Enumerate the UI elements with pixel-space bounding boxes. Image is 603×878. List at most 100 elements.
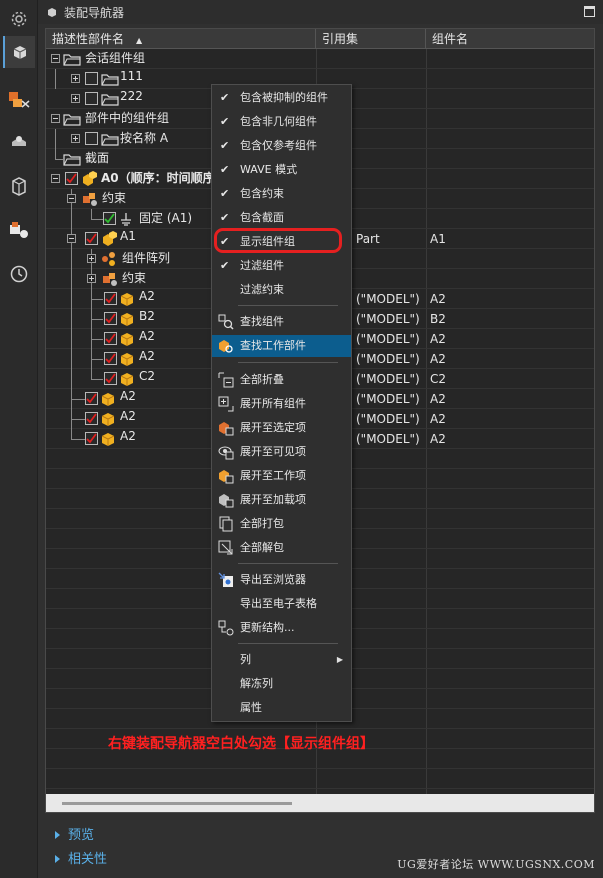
- menu-collapse-all[interactable]: 全部折叠: [212, 369, 351, 391]
- check-icon: ✔: [220, 187, 230, 200]
- menu-include-reference-only[interactable]: ✔ 包含仅参考组件: [212, 135, 351, 157]
- visibility-checkbox[interactable]: [104, 332, 117, 345]
- component-pattern-icon: [102, 252, 115, 266]
- visibility-checkbox[interactable]: [85, 232, 98, 245]
- maximize-icon[interactable]: [584, 6, 595, 17]
- menu-wave-mode[interactable]: ✔ WAVE 模式: [212, 159, 351, 181]
- folder-icon: [101, 134, 119, 146]
- menu-expand-to-selected[interactable]: 展开至选定项: [212, 417, 351, 439]
- collapse-all-icon: [218, 372, 234, 388]
- check-icon: ✔: [220, 115, 230, 128]
- menu-separator: [238, 362, 338, 363]
- visibility-checkbox[interactable]: [85, 92, 98, 105]
- part-icon: [101, 393, 115, 406]
- constraints-icon: [83, 193, 97, 206]
- tree-label: B2: [139, 309, 155, 323]
- menu-filter-constraints[interactable]: 过滤约束: [212, 279, 351, 301]
- reference-set-cell: ("MODEL"): [356, 352, 420, 366]
- column-component-name[interactable]: 组件名: [426, 29, 594, 49]
- visibility-checkbox[interactable]: [85, 392, 98, 405]
- collapse-toggle[interactable]: [67, 194, 76, 203]
- menu-expand-to-work[interactable]: 展开至工作项: [212, 465, 351, 487]
- component-name-cell: A2: [430, 392, 446, 406]
- visibility-checkbox[interactable]: [65, 172, 78, 185]
- component-name-cell: A2: [430, 432, 446, 446]
- collapse-toggle[interactable]: [51, 114, 60, 123]
- component-name-cell: A2: [430, 412, 446, 426]
- visibility-checkbox[interactable]: [104, 372, 117, 385]
- menu-update-structure[interactable]: 更新结构...: [212, 617, 351, 639]
- menu-unfreeze-columns[interactable]: 解冻列: [212, 673, 351, 695]
- collapse-toggle[interactable]: [51, 174, 60, 183]
- tree-label: 组件阵列: [122, 251, 171, 265]
- menu-properties[interactable]: 属性: [212, 697, 351, 719]
- component-name-cell: A1: [430, 232, 446, 246]
- scrollbar-thumb[interactable]: [62, 802, 292, 805]
- visibility-checkbox[interactable]: [85, 412, 98, 425]
- menu-unpack-all[interactable]: 全部解包: [212, 537, 351, 559]
- expand-toggle[interactable]: [71, 94, 80, 103]
- check-icon: ✔: [220, 259, 230, 272]
- part-icon: [120, 333, 134, 346]
- menu-include-constraints[interactable]: ✔ 包含约束: [212, 183, 351, 205]
- reuse-library-tab-icon[interactable]: [3, 170, 35, 202]
- folder-icon: [101, 94, 119, 106]
- constraint-navigator-tab-icon[interactable]: [3, 84, 35, 116]
- menu-pack-all[interactable]: 全部打包: [212, 513, 351, 535]
- reference-set-cell: ("MODEL"): [356, 372, 420, 386]
- visibility-checkbox[interactable]: [85, 432, 98, 445]
- column-reference-set[interactable]: 引用集: [316, 29, 426, 49]
- tree-row[interactable]: 会话组件组: [46, 49, 594, 69]
- menu-filter-components[interactable]: ✔ 过滤组件: [212, 255, 351, 277]
- check-icon: ✔: [220, 163, 230, 176]
- menu-include-suppressed[interactable]: ✔ 包含被抑制的组件: [212, 87, 351, 109]
- reference-set-cell: Part: [356, 232, 380, 246]
- history-clock-icon[interactable]: [3, 258, 35, 290]
- preview-section[interactable]: 预览: [45, 825, 595, 847]
- menu-expand-all-components[interactable]: 展开所有组件: [212, 393, 351, 415]
- menu-separator: [238, 305, 338, 306]
- menu-find-component[interactable]: 查找组件: [212, 311, 351, 333]
- visibility-checkbox[interactable]: [104, 312, 117, 325]
- menu-find-work-part[interactable]: 查找工作部件: [212, 335, 351, 357]
- menu-expand-to-loaded[interactable]: 展开至加载项: [212, 489, 351, 511]
- hd3d-tools-tab-icon[interactable]: [3, 214, 35, 246]
- tree-label: 111: [120, 69, 143, 83]
- expand-toggle[interactable]: [71, 134, 80, 143]
- column-desc-part-name[interactable]: 描述性部件名 ▲: [46, 29, 316, 49]
- menu-columns[interactable]: 列 ▶: [212, 649, 351, 671]
- tree-label: 222: [120, 89, 143, 103]
- visibility-checkbox[interactable]: [85, 72, 98, 85]
- menu-export-to-browser[interactable]: 导出至浏览器: [212, 569, 351, 591]
- reference-set-cell: ("MODEL"): [356, 432, 420, 446]
- menu-expand-to-visible[interactable]: 展开至可见项: [212, 441, 351, 463]
- horizontal-scrollbar[interactable]: [46, 794, 594, 812]
- expand-toggle[interactable]: [71, 74, 80, 83]
- part-navigator-tab-icon[interactable]: [3, 124, 35, 156]
- instruction-annotation: 右键装配导航器空白处勾选【显示组件组】: [108, 736, 374, 752]
- part-icon: [120, 353, 134, 366]
- assembly-icon: [83, 171, 97, 186]
- export-browser-icon: [218, 572, 233, 587]
- visibility-checkbox[interactable]: [104, 292, 117, 305]
- settings-gear-icon[interactable]: [3, 3, 35, 35]
- visibility-checkbox[interactable]: [85, 132, 98, 145]
- collapse-toggle[interactable]: [67, 234, 76, 243]
- tree-label: 会话组件组: [85, 51, 146, 65]
- menu-include-non-geometric[interactable]: ✔ 包含非几何组件: [212, 111, 351, 133]
- visibility-checkbox[interactable]: [104, 352, 117, 365]
- tree-label: 约束: [122, 271, 147, 285]
- tree-label: 固定 (A1): [139, 211, 193, 225]
- watermark: UG爱好者论坛 WWW.UGSNX.COM: [397, 858, 595, 871]
- expand-to-loaded-icon: [219, 494, 234, 508]
- window-title: 装配导航器: [64, 5, 125, 20]
- visibility-checkbox[interactable]: [103, 212, 116, 225]
- expand-arrow-icon: [55, 831, 60, 839]
- tree-label: A2: [120, 409, 136, 423]
- menu-include-sections[interactable]: ✔ 包含截面: [212, 207, 351, 229]
- expand-toggle[interactable]: [87, 254, 96, 263]
- assembly-navigator-tab-icon[interactable]: [3, 36, 35, 68]
- collapse-toggle[interactable]: [51, 54, 60, 63]
- expand-toggle[interactable]: [87, 274, 96, 283]
- menu-export-to-spreadsheet[interactable]: 导出至电子表格: [212, 593, 351, 615]
